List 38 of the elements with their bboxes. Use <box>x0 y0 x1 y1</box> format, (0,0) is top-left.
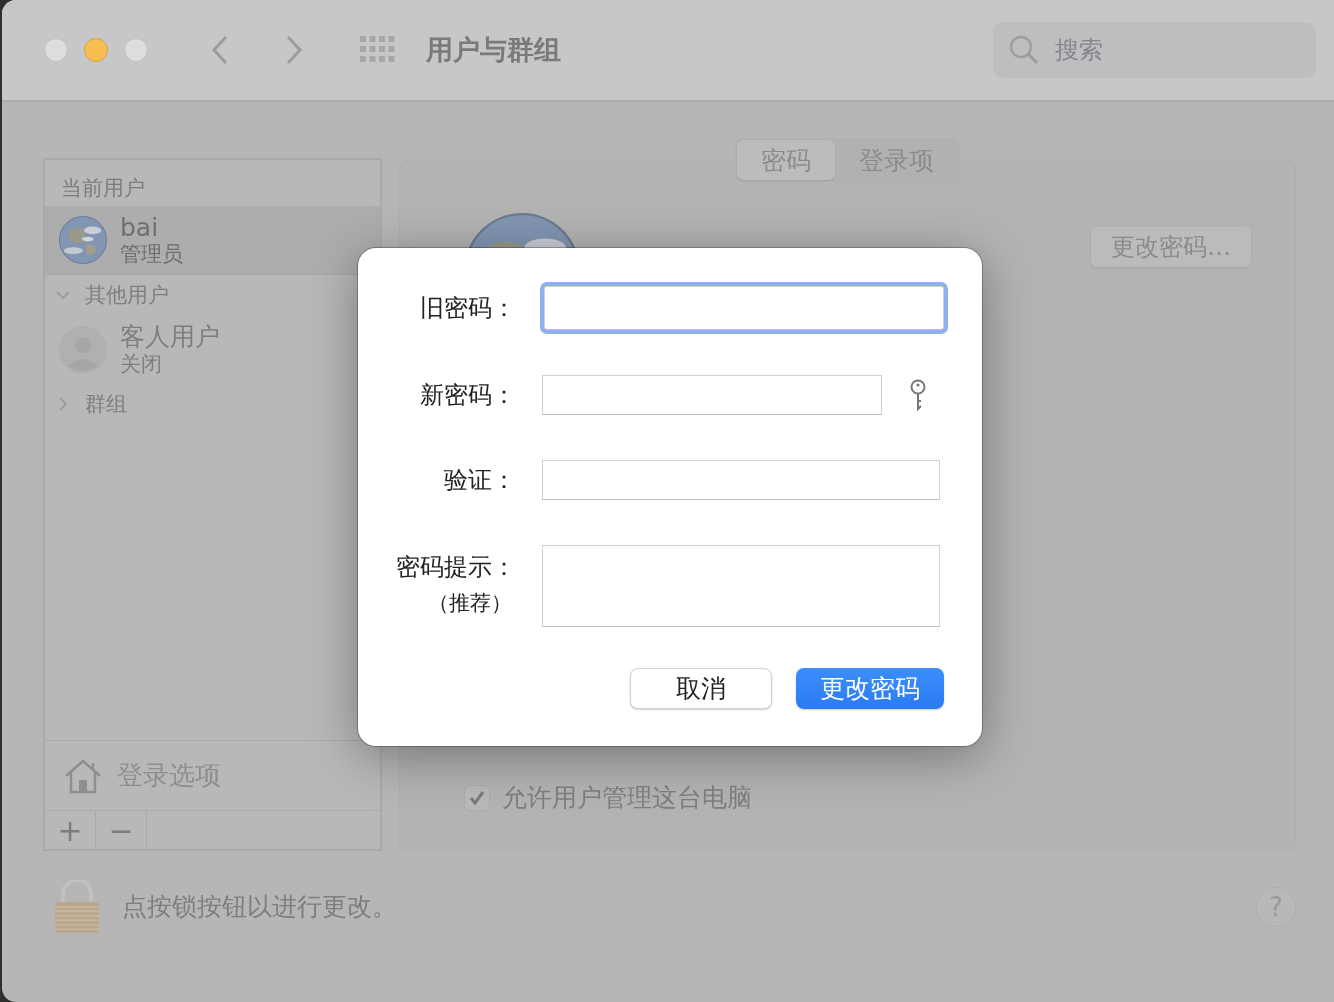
input-field[interactable] <box>544 286 944 330</box>
checkbox[interactable] <box>464 784 490 811</box>
grid-icon[interactable] <box>360 36 396 64</box>
lock-icon[interactable] <box>54 879 100 934</box>
add-button[interactable]: + <box>45 811 96 849</box>
field-label: 旧密码： <box>420 293 516 324</box>
help-button[interactable]: ? <box>1256 886 1296 927</box>
house-icon <box>63 757 103 794</box>
input-field[interactable] <box>542 460 940 500</box>
window-title: 用户与群组 <box>426 33 561 67</box>
user-status: 关闭 <box>120 351 163 376</box>
field-label: 验证： <box>444 465 516 496</box>
field-label: 新密码： <box>420 380 516 411</box>
user-name: 客人用户 <box>120 323 220 352</box>
section-header: 其他用户 <box>85 282 169 309</box>
user-item[interactable]: 客人用户 关闭 <box>45 315 380 384</box>
forward-icon[interactable] <box>284 34 304 66</box>
cancel-button[interactable]: 取消 <box>630 668 772 709</box>
user-role: 管理员 <box>120 242 183 267</box>
minimize-button[interactable] <box>84 38 108 62</box>
input-field[interactable] <box>542 545 940 627</box>
section-header: 当前用户 <box>60 175 146 202</box>
search-field[interactable]: 搜索 <box>993 22 1316 78</box>
close-button[interactable] <box>44 38 68 62</box>
remove-button[interactable]: − <box>96 811 147 849</box>
zoom-button[interactable] <box>124 38 148 62</box>
back-icon[interactable] <box>210 34 230 66</box>
search-icon <box>1009 35 1039 65</box>
key-icon[interactable] <box>908 379 928 411</box>
confirm-button[interactable]: 更改密码 <box>796 668 944 709</box>
section-header: 群组 <box>85 391 127 418</box>
user-item[interactable]: bai 管理员 <box>45 206 380 275</box>
field-label: 密码提示： <box>396 552 516 583</box>
checkmark-icon <box>468 788 486 807</box>
field-sublabel: （推荐） <box>428 590 512 617</box>
input-field[interactable] <box>542 375 882 415</box>
lock-hint: 点按锁按钮以进行更改。 <box>122 891 397 923</box>
user-name: bai <box>120 213 160 243</box>
